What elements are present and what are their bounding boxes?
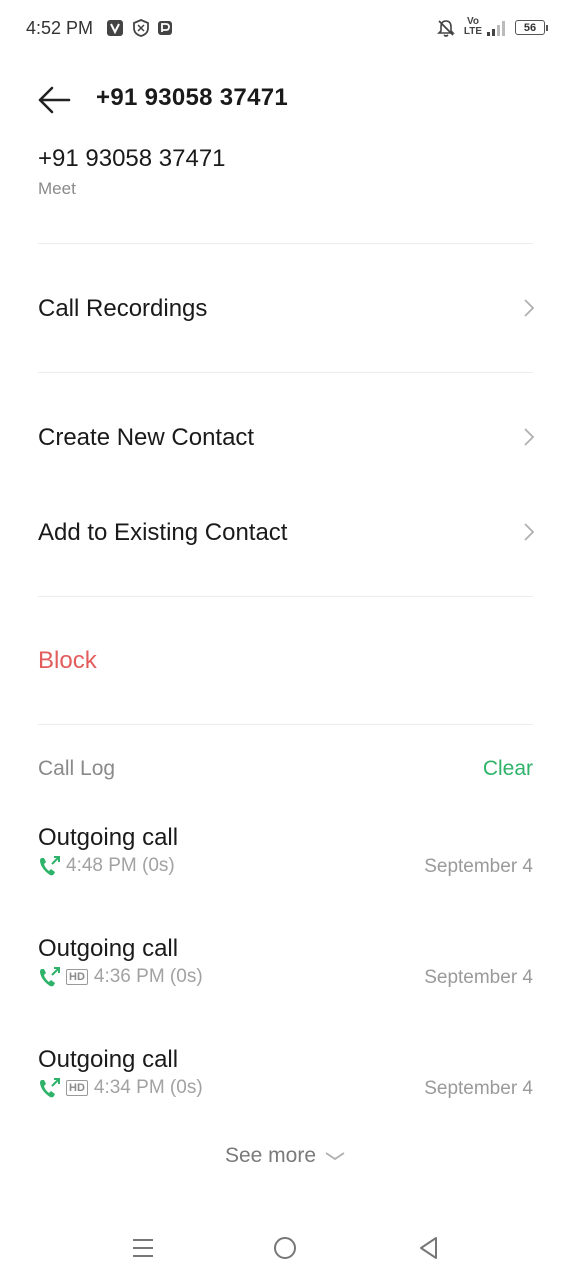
see-more-label: See more — [224, 1144, 317, 1167]
back-button[interactable] — [36, 84, 72, 116]
call-time: 4:34 PM (0s) — [93, 1077, 203, 1098]
notification-off-icon — [436, 18, 456, 38]
call-date: September 4 — [424, 1078, 533, 1099]
create-new-contact-label: Create New Contact — [38, 424, 255, 451]
divider — [38, 724, 533, 725]
call-log-heading: Call Log — [38, 757, 116, 780]
call-date: September 4 — [424, 967, 533, 988]
call-date: September 4 — [424, 856, 533, 877]
chevron-right-icon — [524, 299, 535, 317]
home-icon — [274, 1237, 296, 1259]
call-time: 4:36 PM (0s) — [93, 966, 203, 987]
block-button[interactable]: Block — [38, 647, 97, 675]
outgoing-call-icon — [40, 1078, 60, 1098]
menu-icon — [133, 1239, 153, 1257]
phone-number: +91 93058 37471 — [38, 145, 226, 172]
chevron-right-icon — [524, 428, 535, 446]
call-type: Outgoing call — [38, 935, 179, 962]
back-arrow-icon — [38, 86, 71, 114]
hd-badge: HD — [66, 969, 88, 985]
call-type: Outgoing call — [38, 824, 179, 851]
p-app-icon — [156, 18, 174, 38]
status-time: 4:52 PM — [26, 18, 94, 38]
outgoing-call-icon — [40, 967, 60, 987]
call-type: Outgoing call — [38, 1046, 179, 1073]
chevron-down-icon — [325, 1152, 345, 1161]
signal-icon — [486, 18, 508, 38]
hd-badge: HD — [66, 1080, 88, 1096]
volte-bottom-label: LTE — [463, 26, 483, 37]
nav-menu-button[interactable] — [127, 1232, 159, 1264]
add-to-existing-contact-label: Add to Existing Contact — [38, 519, 288, 546]
back-triangle-icon — [420, 1237, 437, 1259]
chevron-right-icon — [524, 523, 535, 541]
nav-back-button[interactable] — [413, 1232, 445, 1264]
battery-indicator: 56 — [515, 20, 548, 35]
see-more-button[interactable]: See more — [0, 1144, 571, 1168]
outgoing-call-icon — [40, 856, 60, 876]
call-meta: HD 4:34 PM (0s) — [38, 1077, 203, 1099]
nav-home-button[interactable] — [269, 1232, 301, 1264]
call-time: 4:48 PM (0s) — [66, 855, 175, 876]
divider — [38, 243, 533, 244]
clear-button[interactable]: Clear — [483, 757, 533, 781]
call-meta: 4:48 PM (0s) — [38, 855, 175, 877]
page-title: +91 93058 37471 — [96, 84, 289, 111]
divider — [38, 372, 533, 373]
divider — [38, 596, 533, 597]
call-recordings-label: Call Recordings — [38, 295, 208, 322]
call-meta: HD 4:36 PM (0s) — [38, 966, 203, 988]
v-app-icon — [106, 18, 124, 38]
volte-icon: Vo LTE — [462, 17, 484, 37]
shield-app-icon — [132, 18, 150, 38]
number-location: Meet — [38, 179, 76, 198]
